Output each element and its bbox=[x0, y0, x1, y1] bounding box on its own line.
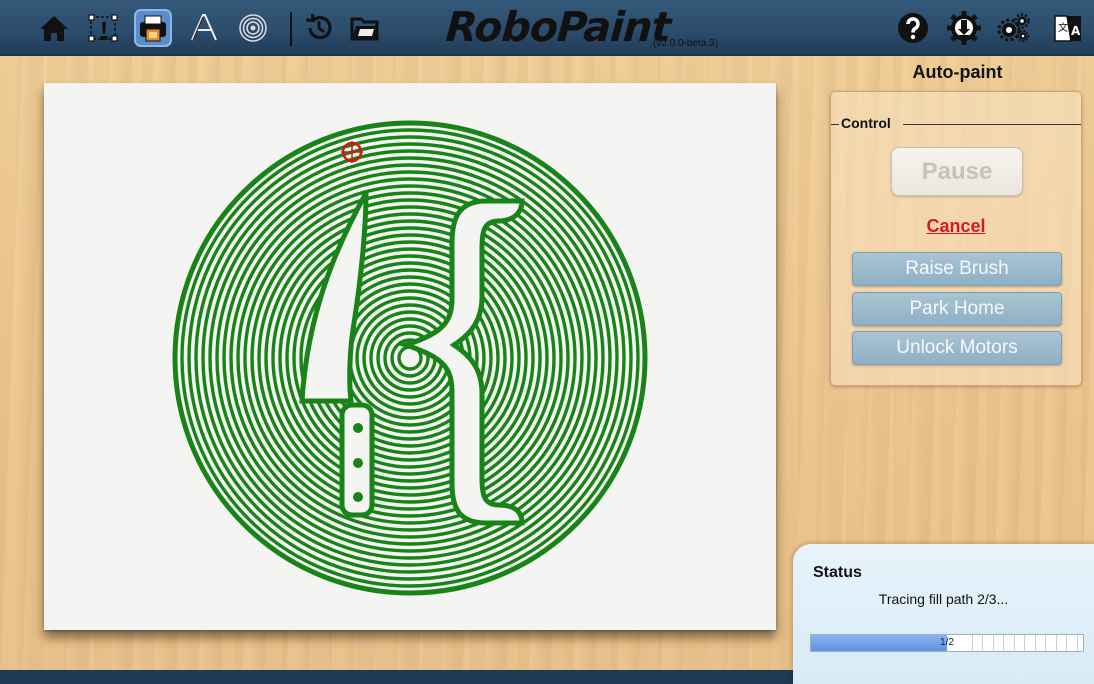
park-home-button[interactable]: Park Home bbox=[852, 292, 1062, 326]
paint-ring bbox=[187, 135, 633, 581]
settings-download-icon[interactable] bbox=[945, 9, 983, 47]
control-panel: Control Pause Cancel Raise Brush Park Ho… bbox=[830, 91, 1082, 386]
app-version: (v2.0.0-beta.3) bbox=[653, 38, 719, 49]
knife-rivet bbox=[353, 492, 363, 502]
knife-rivet bbox=[353, 458, 363, 468]
cancel-link[interactable]: Cancel bbox=[831, 216, 1081, 237]
fieldset-line bbox=[831, 124, 839, 125]
pause-button[interactable]: Pause bbox=[891, 147, 1023, 196]
status-panel: Status Tracing fill path 2/3... 1/2 bbox=[793, 544, 1094, 684]
toolbar-separator bbox=[290, 12, 292, 46]
status-message: Tracing fill path 2/3... bbox=[878, 591, 1009, 607]
history-icon[interactable] bbox=[300, 9, 338, 47]
edit-icon[interactable] bbox=[84, 9, 122, 47]
knife-rivet bbox=[353, 423, 363, 433]
raise-brush-button[interactable]: Raise Brush bbox=[852, 252, 1062, 286]
paint-ring bbox=[236, 184, 584, 532]
help-icon[interactable] bbox=[894, 9, 932, 47]
paint-ring bbox=[215, 163, 605, 553]
control-legend: Control bbox=[841, 115, 891, 131]
mode-title: Auto-paint bbox=[912, 62, 1003, 82]
spiral-icon[interactable] bbox=[234, 9, 272, 47]
app-logo: RoboPaint bbox=[444, 3, 672, 51]
gears-icon[interactable] bbox=[995, 9, 1033, 47]
progress-bar: 1/2 bbox=[810, 634, 1084, 652]
fieldset-line bbox=[903, 124, 1081, 125]
home-icon[interactable] bbox=[35, 9, 73, 47]
paint-ring bbox=[208, 156, 612, 560]
svg-text:A: A bbox=[1071, 24, 1081, 38]
unlock-motors-button[interactable]: Unlock Motors bbox=[852, 331, 1062, 365]
top-toolbar: RoboPaint (v2.0.0-beta.3) 文 A bbox=[0, 0, 1094, 56]
text-icon[interactable] bbox=[185, 9, 223, 47]
painting-preview bbox=[172, 120, 648, 596]
canvas-paper[interactable] bbox=[44, 83, 776, 630]
open-folder-icon[interactable] bbox=[346, 9, 384, 47]
svg-text:文: 文 bbox=[1058, 21, 1068, 34]
language-icon[interactable]: 文 A bbox=[1049, 9, 1087, 47]
paint-ring bbox=[229, 177, 591, 539]
status-title: Status bbox=[813, 564, 862, 581]
print-icon[interactable] bbox=[134, 9, 172, 47]
progress-label: 1/2 bbox=[940, 637, 954, 648]
